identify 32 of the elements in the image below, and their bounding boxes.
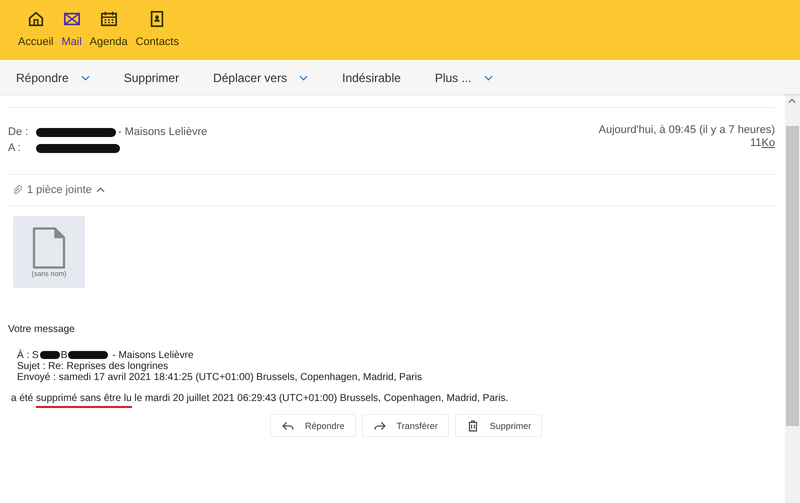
nav-tab[interactable]: Agenda — [86, 10, 132, 60]
date-text: Aujourd'hui, à 09:45 (il y a 7 heures) — [598, 124, 775, 137]
home-icon — [26, 10, 45, 28]
sender-name: - Maisons Lelièvre — [118, 126, 208, 138]
nav-tab[interactable]: Contacts — [132, 10, 183, 60]
chevron-down-icon — [80, 75, 90, 81]
recipient-line: À : S B - Maisons Lelièvre — [17, 350, 195, 361]
scroll-up-icon[interactable] — [788, 98, 796, 104]
file-icon — [31, 226, 67, 268]
toolbar-button[interactable]: Déplacer vers — [205, 62, 316, 94]
calendar-icon — [100, 10, 118, 28]
subject-line: Sujet : Re: Reprises des longrines — [17, 361, 170, 372]
nav-tab[interactable]: Accueil — [14, 10, 58, 60]
envelope-icon — [62, 10, 81, 28]
nav-tab[interactable]: Mail — [57, 10, 86, 60]
action-button[interactable]: Répondre — [270, 414, 356, 437]
toolbar-button[interactable]: Supprimer — [116, 62, 188, 94]
action-button[interactable]: Transférer — [362, 414, 449, 437]
from-label: De : — [8, 126, 30, 138]
chevron-down-icon — [299, 75, 308, 81]
to-label: A : — [8, 142, 22, 154]
toolbar-button[interactable]: Plus ... — [426, 62, 501, 94]
toolbar-button[interactable]: Indésirable — [334, 62, 409, 94]
chevron-down-icon — [484, 75, 493, 81]
attachments-toggle[interactable]: 1 pièce jointe — [8, 175, 775, 205]
size-text: 11Ko — [749, 137, 775, 150]
sent-line: Envoyé : samedi 17 avril 2021 18:41:25 (UTC+01:00) Brussels, Copenhagen, Madrid, Paris — [17, 372, 423, 383]
action-button[interactable]: Supprimer — [454, 414, 542, 437]
paperclip-icon — [12, 184, 23, 196]
toolbar-button[interactable]: Répondre — [8, 62, 98, 94]
message-intro: Votre message — [8, 324, 76, 335]
scrollbar[interactable] — [785, 94, 800, 503]
